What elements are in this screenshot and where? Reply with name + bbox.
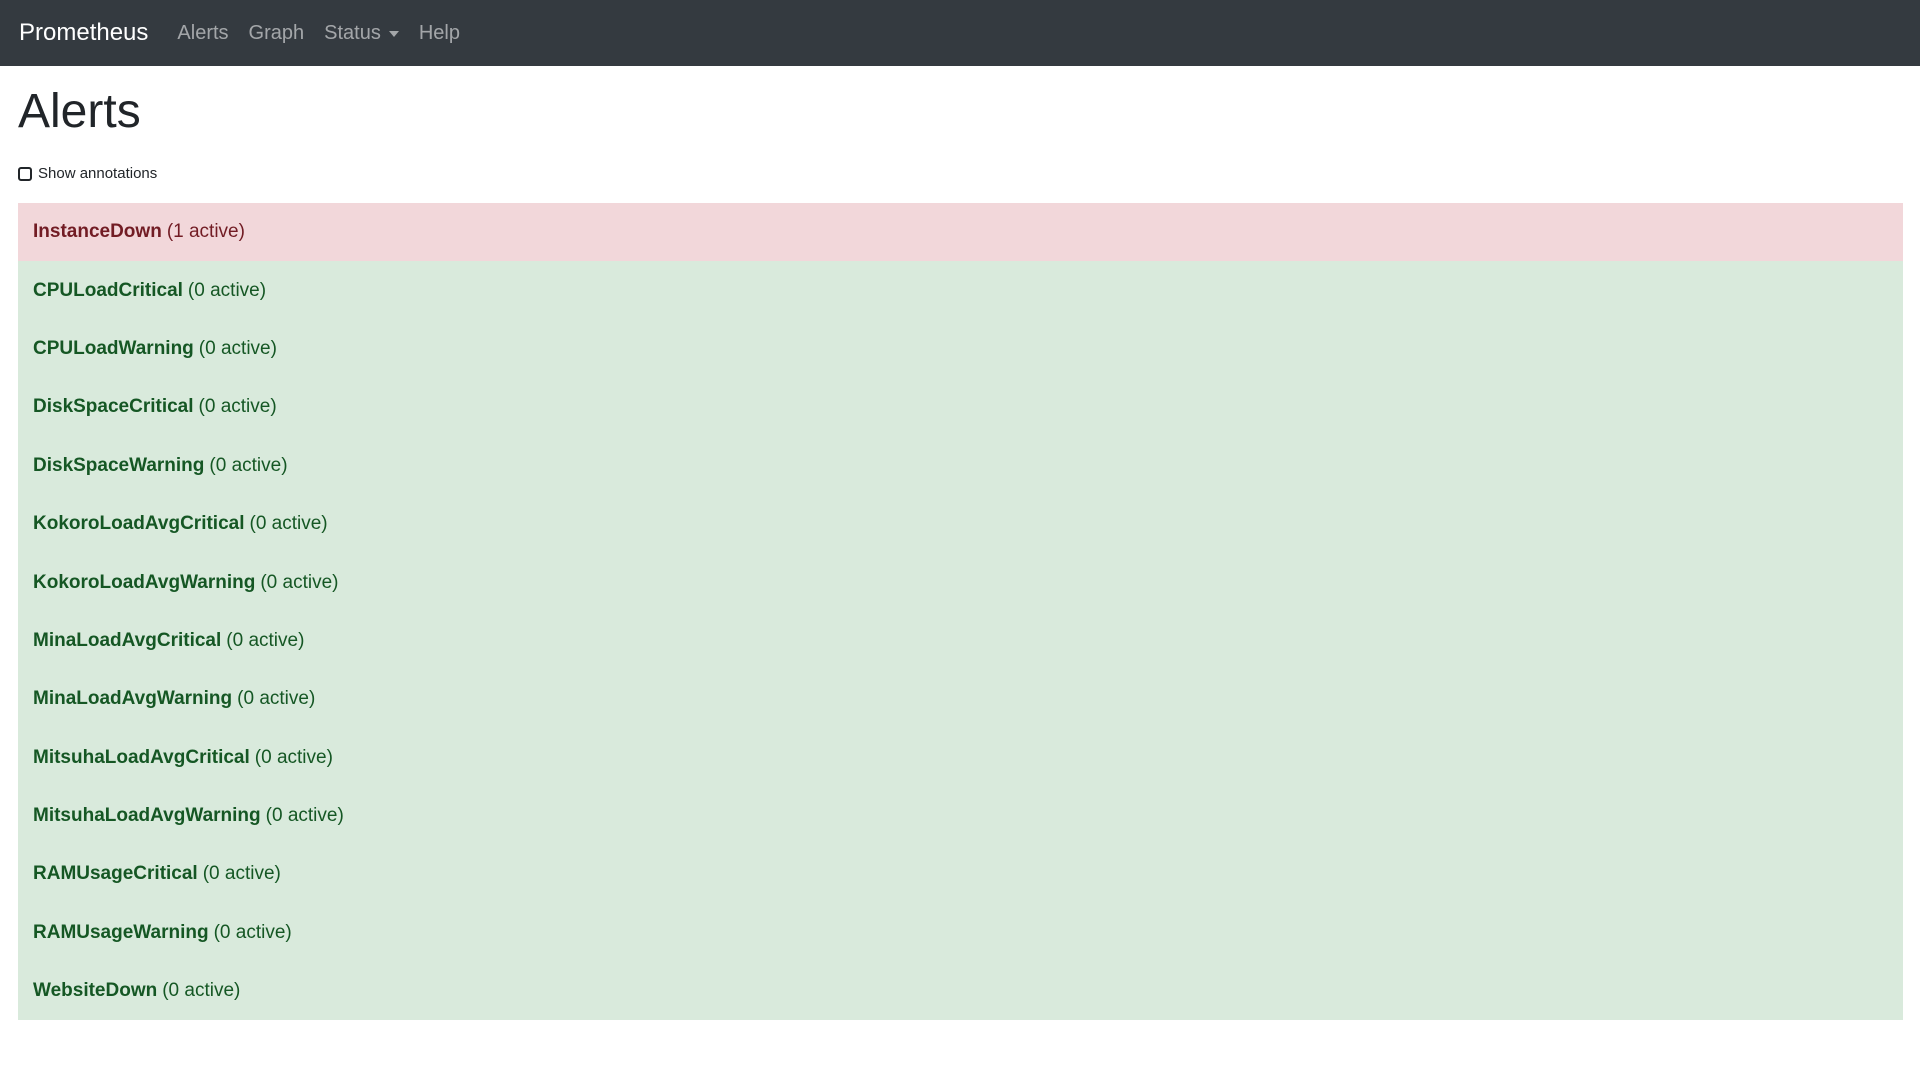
alert-rule-row[interactable]: DiskSpaceCritical (0 active) — [18, 378, 1903, 437]
alert-rule-name: MinaLoadAvgWarning — [33, 688, 233, 710]
page-title: Alerts — [18, 85, 141, 138]
alert-active-count: (0 active) — [202, 863, 281, 885]
alert-rule-row[interactable]: DiskSpaceWarning (0 active) — [18, 436, 1903, 495]
alert-rule-name: MinaLoadAvgCritical — [33, 629, 222, 651]
alert-rule-row[interactable]: KokoroLoadAvgCritical (0 active) — [18, 494, 1903, 554]
nav-link-alerts[interactable]: Alerts — [177, 22, 228, 45]
alert-rule-row[interactable]: InstanceDown (1 active) — [18, 203, 1903, 262]
alert-active-count: (0 active) — [254, 746, 333, 768]
nav-link-help[interactable]: Help — [419, 22, 460, 45]
alert-active-count: (0 active) — [198, 396, 277, 418]
nav-dropdown-status[interactable]: Status — [324, 22, 399, 45]
alert-active-count: (0 active) — [260, 571, 339, 593]
nav-link-graph[interactable]: Graph — [249, 22, 305, 45]
alert-active-count: (0 active) — [237, 688, 316, 710]
chevron-down-icon — [388, 31, 399, 37]
checkbox-icon[interactable] — [18, 166, 32, 181]
alert-rule-name: KokoroLoadAvgCritical — [33, 513, 245, 535]
alert-rule-name: KokoroLoadAvgWarning — [33, 571, 256, 593]
alert-rule-row[interactable]: MitsuhaLoadAvgWarning (0 active) — [18, 786, 1903, 846]
alert-rule-row[interactable]: RAMUsageWarning (0 active) — [18, 903, 1903, 963]
alert-active-count: (0 active) — [162, 980, 241, 1002]
alert-active-count: (0 active) — [249, 513, 328, 535]
top-navbar: Prometheus Alerts Graph Status Help — [0, 0, 1920, 66]
show-annotations-label: Show annotations — [38, 165, 158, 182]
alert-rule-row[interactable]: CPULoadWarning (0 active) — [18, 319, 1903, 379]
alert-rule-list: InstanceDown (1 active) CPULoadCritical … — [18, 203, 1903, 1021]
alert-rule-name: InstanceDown — [33, 221, 162, 243]
alert-rule-name: DiskSpaceCritical — [33, 396, 194, 418]
alert-rule-name: MitsuhaLoadAvgCritical — [33, 746, 250, 768]
alert-rule-row[interactable]: RAMUsageCritical (0 active) — [18, 845, 1903, 904]
alert-rule-row[interactable]: WebsiteDown (0 active) — [18, 962, 1903, 1021]
alert-rule-name: RAMUsageWarning — [33, 921, 209, 943]
alert-rule-name: DiskSpaceWarning — [33, 454, 205, 476]
alert-rule-name: WebsiteDown — [33, 980, 158, 1002]
alert-rule-row[interactable]: MinaLoadAvgWarning (0 active) — [18, 670, 1903, 729]
alert-rule-row[interactable]: MinaLoadAvgCritical (0 active) — [18, 611, 1903, 671]
alert-rule-name: CPULoadWarning — [33, 337, 194, 359]
alert-active-count: (0 active) — [213, 921, 292, 943]
alert-active-count: (0 active) — [187, 279, 267, 301]
show-annotations-toggle[interactable]: Show annotations — [18, 165, 157, 182]
alert-active-count: (0 active) — [265, 805, 344, 827]
alert-active-count: (1 active) — [166, 221, 245, 243]
alert-active-count: (0 active) — [198, 337, 277, 359]
nav-dropdown-status-label: Status — [324, 21, 381, 44]
alert-rule-row[interactable]: CPULoadCritical (0 active) — [18, 261, 1903, 320]
alert-active-count: (0 active) — [226, 629, 305, 651]
alert-active-count: (0 active) — [209, 454, 288, 476]
brand-link[interactable]: Prometheus — [19, 19, 148, 47]
alert-rule-name: CPULoadCritical — [33, 279, 183, 301]
alert-rule-row[interactable]: MitsuhaLoadAvgCritical (0 active) — [18, 728, 1903, 787]
alert-rule-name: RAMUsageCritical — [33, 863, 198, 885]
alert-rule-row[interactable]: KokoroLoadAvgWarning (0 active) — [18, 553, 1903, 612]
alert-rule-name: MitsuhaLoadAvgWarning — [33, 805, 261, 827]
